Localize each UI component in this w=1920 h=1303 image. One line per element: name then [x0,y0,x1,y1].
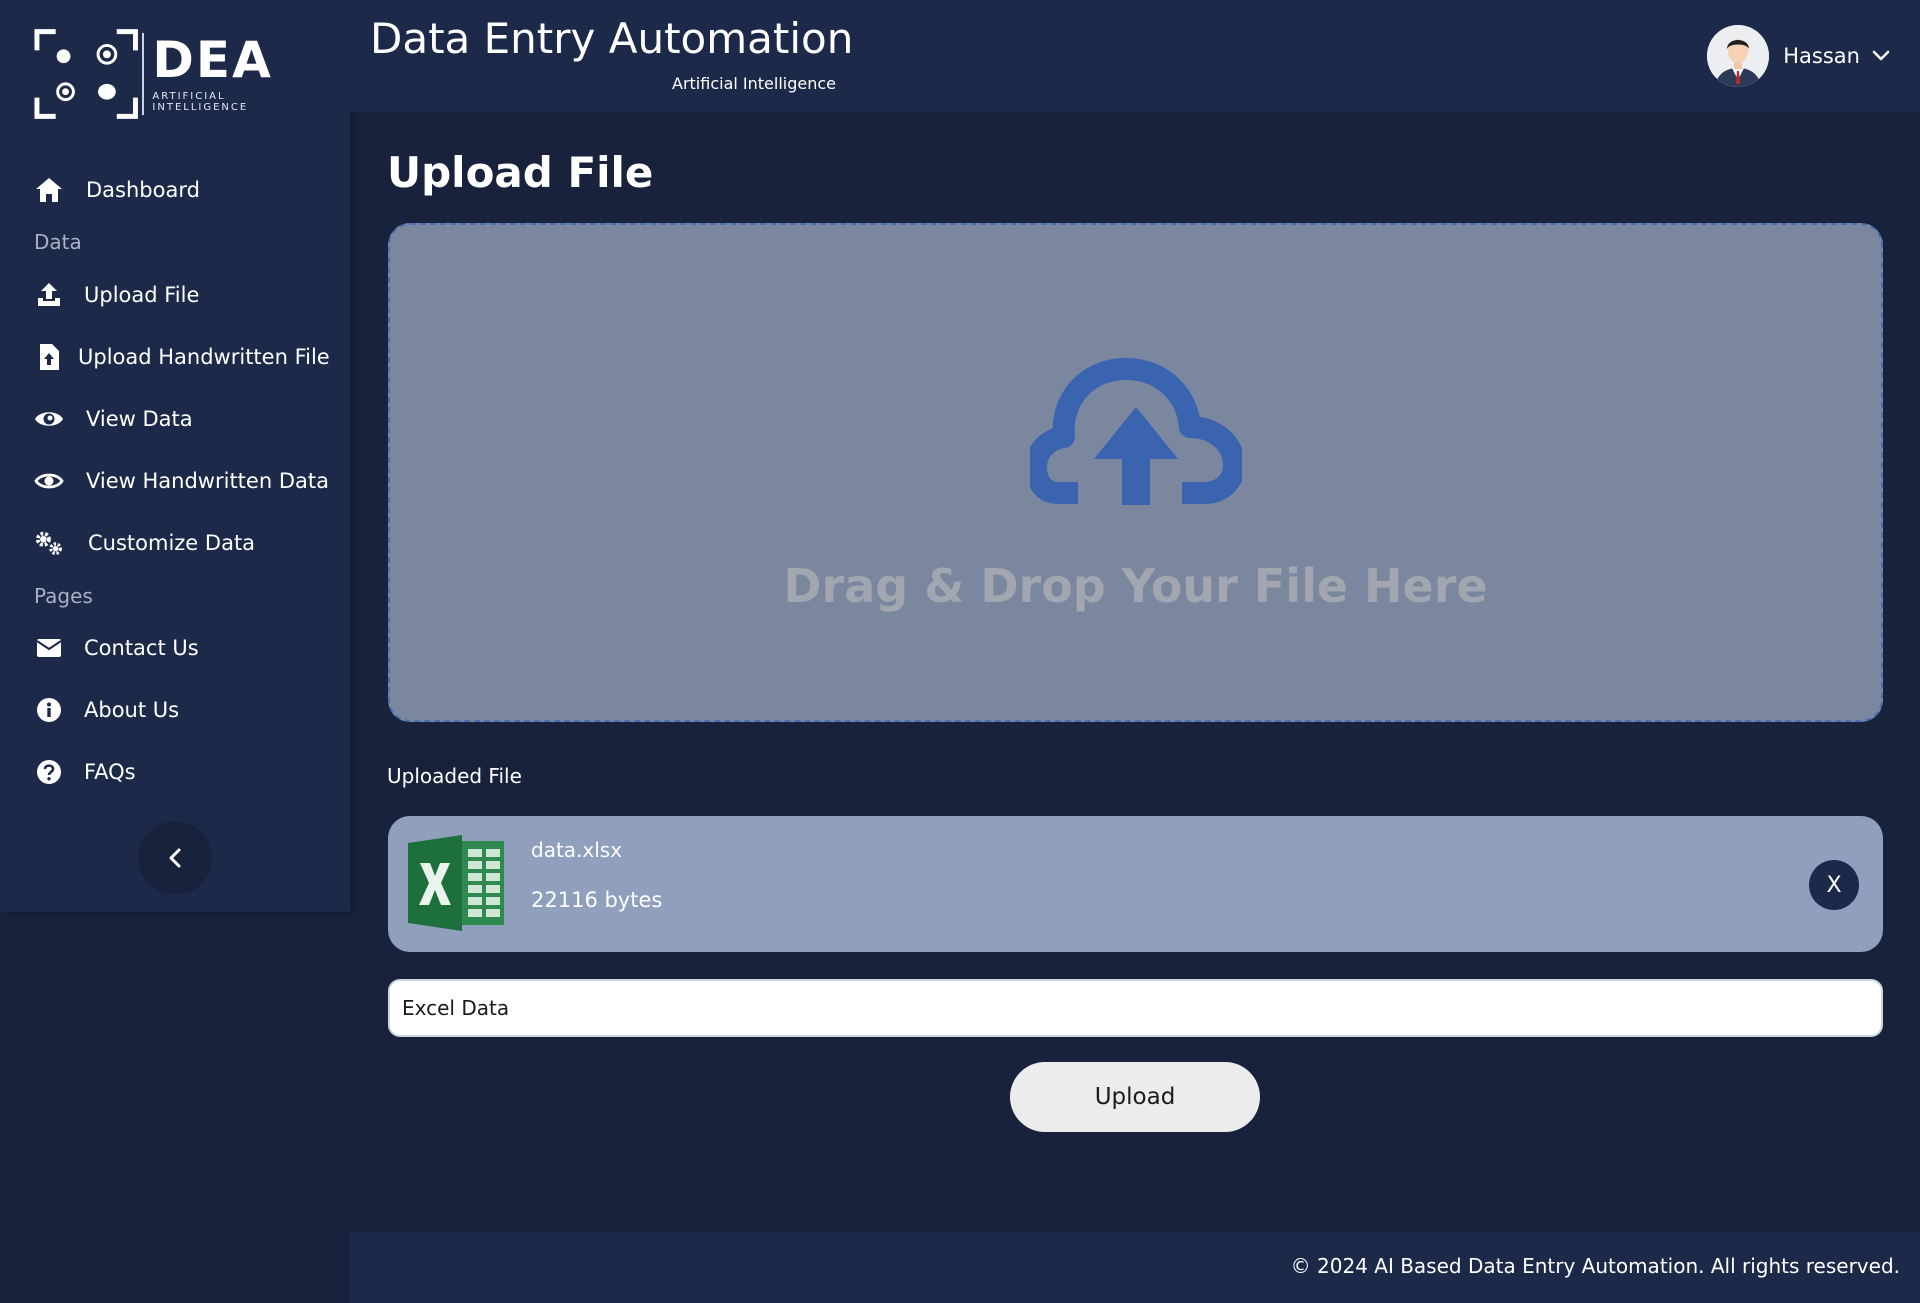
user-menu[interactable]: Hassan [1707,24,1890,88]
sidebar-item-label: FAQs [84,760,136,784]
sidebar-item-label: Customize Data [88,531,256,555]
chevron-down-icon [1872,50,1890,61]
file-name: data.xlsx [531,838,623,862]
upload-button[interactable]: Upload [1010,1062,1260,1132]
envelope-icon [34,633,64,663]
sidebar-item-label: Upload File [84,283,200,307]
gears-icon [34,528,64,558]
data-name-input[interactable] [388,979,1883,1037]
uploaded-file-label: Uploaded File [387,764,522,788]
excel-file-icon [408,835,504,931]
page-title: Upload File [387,148,654,197]
uploaded-file-card: data.xlsx 22116 bytes X [388,816,1883,952]
footer-copyright: © 2024 AI Based Data Entry Automation. A… [1290,1254,1900,1278]
app-title: Data Entry Automation [370,14,854,63]
logo-word: DEA [152,31,273,89]
file-dropzone[interactable]: Drag & Drop Your File Here [388,223,1883,722]
logo-text: DEA ARTIFICIAL INTELLIGENCE [152,35,324,113]
info-icon [34,695,64,725]
sidebar-item-label: Dashboard [86,178,200,202]
upload-icon [34,280,64,310]
sidebar-collapse-button[interactable] [138,821,212,895]
sidebar-section-data: Data [34,230,82,254]
footer: © 2024 AI Based Data Entry Automation. A… [350,1232,1920,1303]
sidebar-item-label: View Data [86,407,193,431]
logo-divider [142,33,145,115]
logo[interactable]: DEA ARTIFICIAL INTELLIGENCE [34,28,324,120]
sidebar-item-dashboard[interactable]: Dashboard [34,170,200,210]
sidebar-item-label: About Us [84,698,180,722]
sidebar-item-customize-data[interactable]: Customize Data [34,523,255,563]
sidebar-item-view-handwritten-data[interactable]: View Handwritten Data [34,461,329,501]
chevron-left-icon [169,848,181,868]
eye-icon [34,404,64,434]
logo-mark-icon [34,29,138,119]
sidebar-item-label: Upload Handwritten File [78,345,330,369]
remove-file-button[interactable]: X [1809,860,1859,910]
sidebar-section-pages: Pages [34,584,93,608]
sidebar-item-label: View Handwritten Data [86,469,329,493]
top-header: Data Entry Automation Artificial Intelli… [350,0,1920,112]
question-icon [34,757,64,787]
sidebar-item-faqs[interactable]: FAQs [34,752,136,792]
file-upload-icon [34,342,64,372]
sidebar-item-upload-handwritten-file[interactable]: Upload Handwritten File [34,337,330,377]
sidebar-item-about-us[interactable]: About Us [34,690,179,730]
sidebar-item-contact-us[interactable]: Contact Us [34,628,199,668]
file-size: 22116 bytes [531,888,663,912]
dropzone-text: Drag & Drop Your File Here [783,559,1488,613]
logo-subtitle: ARTIFICIAL INTELLIGENCE [152,91,249,113]
user-name: Hassan [1783,44,1860,68]
sidebar-item-label: Contact Us [84,636,199,660]
sidebar: DEA ARTIFICIAL INTELLIGENCE Dashboard Da… [0,0,350,912]
app-subtitle: Artificial Intelligence [672,74,836,93]
app-root: DEA ARTIFICIAL INTELLIGENCE Dashboard Da… [0,0,1920,1303]
avatar [1707,25,1770,87]
sidebar-item-upload-file[interactable]: Upload File [34,275,199,315]
eye-outline-icon [34,466,64,496]
sidebar-item-view-data[interactable]: View Data [34,399,193,439]
home-icon [34,175,64,205]
cloud-upload-icon [1030,358,1242,505]
